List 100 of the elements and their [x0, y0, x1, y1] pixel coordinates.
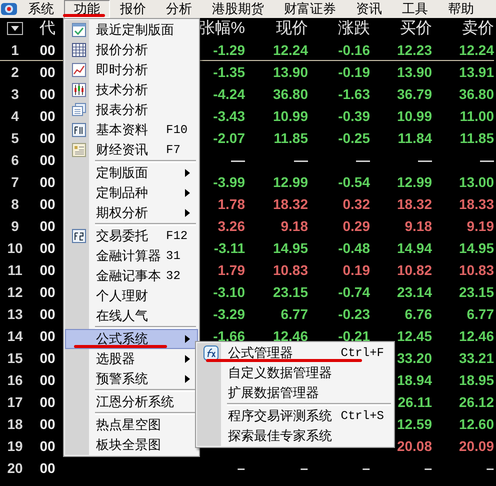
table-cell-text: 18.94: [396, 371, 432, 390]
menu-item[interactable]: 定制品种: [65, 183, 198, 203]
row-number: 4: [10, 107, 20, 126]
menu-item[interactable]: 系统: [18, 0, 64, 18]
menu-item[interactable]: 选股器: [65, 349, 198, 369]
menu-item[interactable]: 港股期货: [202, 0, 274, 18]
table-cell-text: 12.99: [396, 173, 432, 192]
menu-item[interactable]: 报价: [110, 0, 156, 18]
menu-item[interactable]: 程序交易评测系统 Ctrl+S: [197, 406, 393, 426]
table-cell-text: 00: [38, 173, 56, 192]
row-number: 16: [6, 371, 24, 390]
row-number: 11: [6, 261, 24, 280]
table-cell-text: 3.26: [216, 217, 245, 236]
table-cell-text: 13.00: [458, 173, 494, 192]
line-chart-icon: [71, 62, 87, 78]
table-icon: [71, 42, 87, 58]
menu-item[interactable]: 财经资讯 F7: [65, 140, 198, 160]
table-cell-text: 12.46: [272, 327, 308, 346]
column-header: 代: [38, 19, 56, 39]
menu-item[interactable]: 分析: [156, 0, 202, 18]
table-cell-text: 36.79: [396, 85, 432, 104]
table-cell-text: —: [417, 151, 432, 170]
table-cell-text: —: [293, 151, 308, 170]
table-cell-text: 00: [38, 415, 56, 434]
table-cell-text: -0.21: [337, 327, 370, 346]
table-cell-text: 00: [38, 85, 56, 104]
menu-item[interactable]: 金融计算器 31: [65, 246, 198, 266]
menu-item[interactable]: 资讯: [346, 0, 392, 18]
menu-item[interactable]: 个人理财: [65, 286, 198, 306]
table-cell-text: 00: [38, 283, 56, 302]
menu-item[interactable]: 在线人气: [65, 306, 198, 326]
table-cell: 12.24: [245, 39, 308, 61]
table-cell-text: 00: [38, 63, 56, 82]
menu-item[interactable]: 帮助: [438, 0, 484, 18]
app-logo-icon: [0, 1, 18, 17]
table-cell-text: 12.60: [458, 415, 494, 434]
table-cell-text: -3.10: [212, 283, 245, 302]
row-number: 10: [6, 239, 24, 258]
table-cell-text: -0.25: [337, 129, 370, 148]
row-number: 9: [10, 217, 20, 236]
table-cell-text: 10.83: [458, 261, 494, 280]
table-cell-text: —: [479, 151, 494, 170]
menu-item[interactable]: 公式系统: [65, 329, 198, 349]
table-cell-text: 12.45: [396, 327, 432, 346]
menu-item[interactable]: 定制版面: [65, 163, 198, 183]
row-number: 1: [0, 39, 30, 61]
menu-item[interactable]: 报价分析: [65, 40, 198, 60]
menu-item[interactable]: 江恩分析系统: [65, 392, 198, 412]
menu-item[interactable]: 财富证券: [274, 0, 346, 18]
table-cell-text: 00: [38, 349, 56, 368]
row-number: 5: [10, 129, 20, 148]
menu-item[interactable]: 金融记事本 32: [65, 266, 198, 286]
table-cell-text: 00: [38, 217, 56, 236]
column-header: 现价: [275, 19, 308, 39]
table-cell-text: 12.46: [458, 327, 494, 346]
menu-item[interactable]: 基本资料 F10: [65, 120, 198, 140]
row-number: 6: [10, 151, 20, 170]
table-cell-text: 10.82: [396, 261, 432, 280]
menu-item[interactable]: 交易委托 F12: [65, 226, 198, 246]
table-cell-text: –: [423, 459, 432, 478]
menu-item[interactable]: 最近定制版面: [65, 20, 198, 40]
table-cell-text: -1.63: [337, 85, 370, 104]
menu-item[interactable]: 公式管理器 Ctrl+F: [197, 343, 393, 363]
menu-item[interactable]: 期权分析: [65, 203, 198, 223]
menu-item[interactable]: 即时分析: [65, 60, 198, 80]
row-number: 14: [6, 327, 24, 346]
menu-item[interactable]: 报表分析: [65, 100, 198, 120]
table-cell-text: -2.07: [212, 129, 245, 148]
row-number: 17: [6, 393, 24, 412]
table-cell-text: 1.78: [216, 195, 245, 214]
table-cell-text: 20.08: [396, 437, 432, 456]
table-cell-text: 18.95: [458, 371, 494, 390]
menu-item[interactable]: 预警系统: [65, 369, 198, 389]
menu-item[interactable]: 扩展数据管理器: [197, 383, 393, 403]
table-cell-text: 14.94: [396, 239, 432, 258]
table-cell-text: 00: [38, 327, 56, 346]
menu-item[interactable]: 热点星空图: [65, 415, 198, 435]
table-cell-text: -0.54: [337, 173, 370, 192]
submenu-arrow-icon: [185, 209, 190, 217]
table-cell-text: 6.77: [466, 305, 494, 324]
table-cell-text: 23.15: [458, 283, 494, 302]
table-cell-text: -3.11: [212, 239, 245, 258]
menu-item[interactable]: 自定义数据管理器: [197, 363, 393, 383]
row-number: 19: [6, 437, 24, 456]
table-cell-text: -0.74: [337, 283, 370, 302]
menu-item[interactable]: 技术分析: [65, 80, 198, 100]
candlestick-icon: [71, 82, 87, 98]
document-icon: [71, 228, 87, 244]
table-cell-text: 23.14: [396, 283, 432, 302]
row-number: 12: [6, 283, 24, 302]
table-cell-text: 00: [38, 129, 56, 148]
row-number: 20: [6, 459, 24, 478]
formula-icon: [203, 345, 219, 361]
menu-item[interactable]: 板块全景图: [65, 435, 198, 455]
menu-item[interactable]: 探索最佳专家系统: [197, 426, 393, 446]
table-cell-text: 23.15: [272, 283, 308, 302]
menu-item[interactable]: 工具: [392, 0, 438, 18]
row-number: 8: [10, 195, 20, 214]
table-cell-text: -1.35: [212, 63, 245, 82]
table-cell-text: 10.99: [396, 107, 432, 126]
